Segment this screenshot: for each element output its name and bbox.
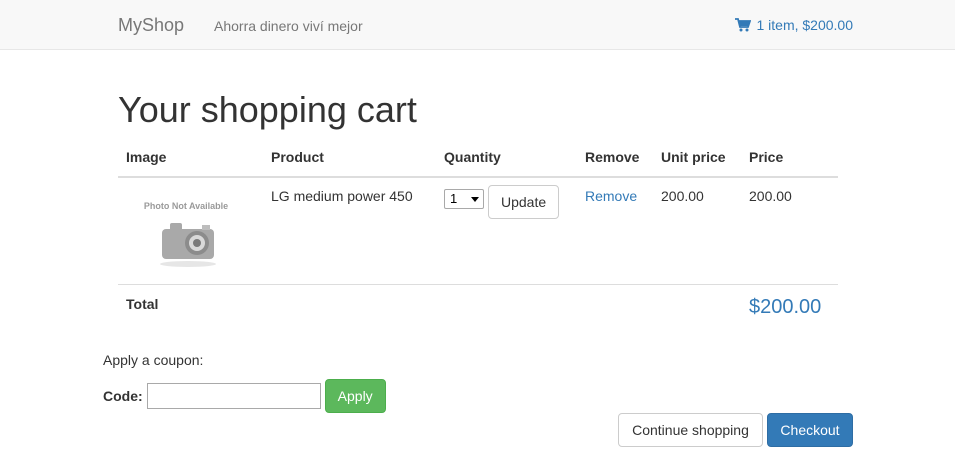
photo-placeholder-text: Photo Not Available: [144, 201, 228, 211]
item-remove-cell: Remove: [577, 177, 653, 285]
header-image: Image: [118, 140, 263, 178]
navbar: MyShop Ahorra dinero viví mejor 1 item, …: [0, 0, 955, 50]
brand-link[interactable]: MyShop: [118, 15, 184, 35]
coupon-form: Code: Apply: [103, 379, 386, 413]
item-price: 200.00: [749, 188, 792, 204]
cart-icon: [735, 18, 752, 32]
item-product-name: LG medium power 450: [271, 188, 413, 204]
quantity-value: 1: [450, 191, 458, 206]
total-label: Total: [118, 284, 263, 334]
code-label: Code:: [103, 388, 143, 404]
header-price: Price: [741, 140, 838, 178]
continue-shopping-button[interactable]: Continue shopping: [618, 413, 763, 447]
item-unit-price: 200.00: [661, 188, 704, 204]
item-quantity-cell: 1 Update: [436, 177, 577, 285]
remove-link[interactable]: Remove: [585, 188, 637, 204]
table-row: Photo Not Available LG medium power 450: [118, 177, 838, 285]
header-quantity: Quantity: [436, 140, 577, 178]
coupon-code-input[interactable]: [146, 383, 321, 409]
total-value-cell: $200.00: [741, 284, 838, 334]
header-product: Product: [263, 140, 436, 178]
camera-icon: [160, 223, 216, 267]
header-remove: Remove: [577, 140, 653, 178]
header-unit-price: Unit price: [653, 140, 741, 178]
photo-not-available-image: Photo Not Available: [144, 201, 228, 267]
checkout-button[interactable]: Checkout: [767, 413, 853, 447]
chevron-down-icon: [471, 196, 479, 202]
item-image-cell: Photo Not Available: [118, 177, 263, 285]
cart-summary-text: 1 item, $200.00: [756, 17, 853, 33]
tagline: Ahorra dinero viví mejor: [214, 18, 363, 34]
cart-table: Image Product Quantity Remove Unit price…: [118, 140, 838, 334]
apply-button[interactable]: Apply: [324, 379, 386, 413]
table-header-row: Image Product Quantity Remove Unit price…: [118, 140, 838, 178]
update-button[interactable]: Update: [488, 185, 560, 219]
cart-summary-link[interactable]: 1 item, $200.00: [735, 16, 853, 34]
coupon-prompt: Apply a coupon:: [103, 352, 204, 368]
total-row: Total $200.00: [118, 284, 838, 334]
page-title: Your shopping cart: [118, 89, 417, 130]
quantity-select[interactable]: 1: [444, 189, 484, 209]
total-value: $200.00: [749, 296, 822, 318]
